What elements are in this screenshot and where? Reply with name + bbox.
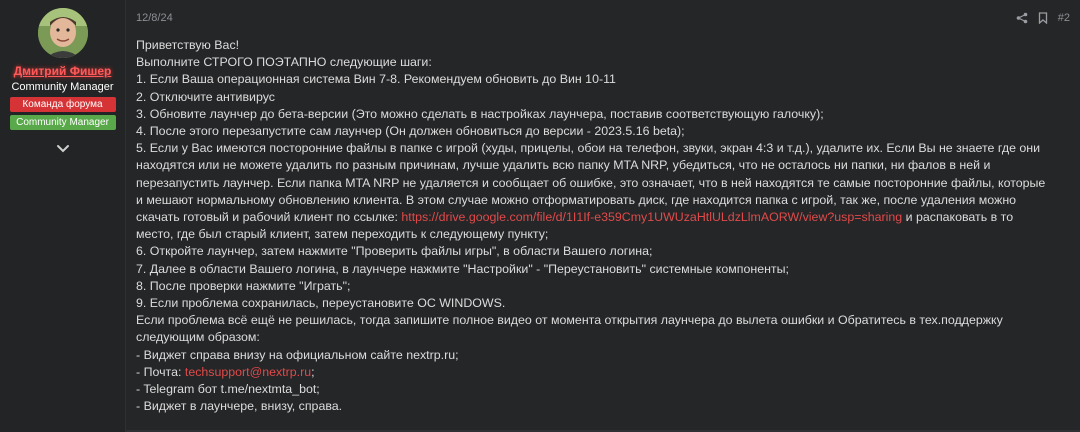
post-text-segment: скачать готовый и рабочий клиент по ссыл… [136, 210, 402, 225]
post-text-segment: ; [311, 364, 315, 379]
avatar[interactable] [37, 8, 88, 58]
post-text-line: 4. После этого перезапустите сам лаунчер… [136, 124, 685, 139]
post-text-line: 8. После проверки нажмите "Играть"; [136, 278, 351, 293]
post-text-line: - Почта: techsupport@nextrp.ru; [136, 364, 1066, 381]
banner-forum-team: Команда форума [9, 97, 116, 112]
post-text-line: скачать готовый и рабочий клиент по ссыл… [136, 209, 1066, 226]
username-link[interactable]: Дмитрий Фишер [14, 64, 112, 78]
post-text-segment: и распаковать в то [902, 210, 1014, 225]
bookmark-icon [1038, 12, 1047, 24]
post-text-line: и мешают нормальному обновлению клиента.… [136, 192, 1017, 207]
post-text-line: следующим образом: [136, 330, 260, 345]
post-date[interactable]: 12/8/24 [136, 12, 173, 24]
bookmark-button[interactable] [1038, 12, 1048, 24]
post-actions: #2 [1016, 12, 1070, 24]
share-button[interactable] [1016, 12, 1028, 24]
post-text-segment: - Почта: [136, 364, 185, 379]
post-text-line: - Виджет в лаунчере, внизу, справа. [136, 399, 343, 414]
post-text-line: 1. Если Ваша операционная система Вин 7-… [136, 72, 616, 87]
post-text-line: Если проблема всё ещё не решилась, тогда… [136, 313, 1003, 328]
post-content: 12/8/24 #2 Приветствую Вас! Выполните СТ… [126, 0, 1080, 432]
post-text-line: - Виджет справа внизу на официальном сай… [136, 347, 459, 362]
post-text-line: 2. Отключите антивирус [136, 89, 275, 104]
chevron-down-icon [56, 145, 69, 153]
post-number-link[interactable]: #2 [1058, 12, 1070, 24]
user-panel: Дмитрий Фишер Community Manager Команда … [0, 0, 126, 432]
post-link[interactable]: techsupport@nextrp.ru [185, 365, 311, 379]
post-text-line: 5. Если у Вас имеются посторонние файлы … [136, 141, 1041, 156]
post-text-line: 6. Откройте лаунчер, затем нажмите "Пров… [136, 244, 653, 259]
post-text-line: место, где был старый клиент, затем пере… [136, 227, 549, 242]
share-icon [1016, 12, 1028, 24]
post-text-line: 9. Если проблема сохранилась, переустано… [136, 296, 506, 311]
user-title: Community Manager [11, 81, 114, 93]
post-link[interactable]: https://drive.google.com/file/d/1I1If-e3… [401, 210, 902, 224]
post-text-line: перезапустить лаунчер. Если папка MTA NR… [136, 175, 1046, 190]
post-text-line: находятся или не можете удалить по разны… [136, 158, 991, 173]
post-header: 12/8/24 #2 [136, 10, 1070, 26]
forum-post: Дмитрий Фишер Community Manager Команда … [0, 0, 1080, 432]
post-text-line: - Telegram бот t.me/nextmta_bot; [136, 382, 320, 397]
banner-community-manager: Community Manager [9, 115, 116, 130]
post-body: Приветствую Вас! Выполните СТРОГО ПОЭТАПН… [136, 37, 1066, 415]
post-text-line: Приветствую Вас! [136, 38, 240, 52]
avatar-photo-icon [37, 8, 88, 58]
post-text-line: 7. Далее в области Вашего логина, в лаун… [136, 261, 789, 276]
post-text-line: 3. Обновите лаунчер до бета-версии (Это … [136, 106, 824, 121]
post-text-line: Выполните СТРОГО ПОЭТАПНО следующие шаги… [136, 55, 432, 70]
expand-user-info-button[interactable] [55, 142, 71, 156]
